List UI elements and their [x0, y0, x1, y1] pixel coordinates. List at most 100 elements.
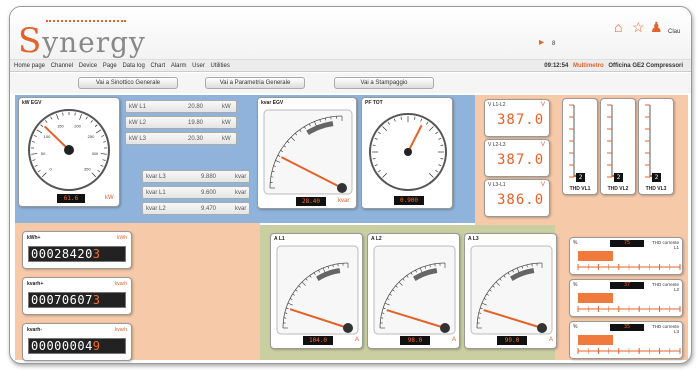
thd-voltage-card: 2 THD VL1 — [562, 98, 598, 195]
thd-current-bar-chart — [577, 335, 681, 354]
current-unit: A — [549, 337, 554, 343]
menu-item-alarm[interactable]: Alarm — [171, 60, 187, 72]
menu-item-datalog[interactable]: Data log — [122, 60, 144, 72]
notification-count: 8 — [552, 41, 556, 47]
pf-gauge — [369, 113, 447, 191]
kvar-row: kvar L1 9.600 kvar — [142, 186, 250, 199]
menu-item-device[interactable]: Device — [79, 60, 97, 72]
current-gauge-dial — [470, 245, 553, 335]
energy-counter-digits: 00000004 — [31, 339, 93, 353]
thd-voltage-card: 2 THD VL2 — [600, 98, 636, 195]
voltage-value: 387.0 — [497, 152, 545, 168]
thd-current-unit: % — [573, 282, 578, 288]
thd-current-value: 75 — [610, 240, 644, 247]
menu-item-chart[interactable]: Chart — [150, 60, 165, 72]
nav-button-sinottico[interactable]: Vai a Sinottico Generale — [78, 77, 178, 89]
thd-current-unit: % — [573, 324, 578, 330]
menu-item-user[interactable]: User — [192, 60, 205, 72]
notification-icon[interactable]: ▸ — [539, 37, 544, 48]
kvar-gauge-hub — [337, 183, 347, 193]
favorite-star-icon[interactable]: ☆ — [632, 19, 645, 36]
menu-item-channel[interactable]: Channel — [51, 60, 73, 72]
energy-counter-digits: 00070607 — [31, 293, 93, 307]
kvar-unit: kvar — [235, 174, 247, 180]
kw-label: kW L1 — [129, 104, 147, 110]
kw-label: kW L2 — [129, 120, 147, 126]
kw-unit: kW — [222, 136, 231, 142]
thd-current-bar-chart — [577, 293, 681, 312]
kw-gauge-tick-label: 350 — [84, 166, 91, 171]
energy-counter-display: 000000049 — [28, 338, 126, 354]
kw-row: kW L1 20.80 kW — [125, 100, 237, 113]
kw-unit: kW — [222, 104, 231, 110]
thd-current-bar — [578, 251, 613, 261]
energy-counter-last-digit: 3 — [92, 247, 101, 261]
thd-voltage-label: THD VL2 — [607, 186, 629, 192]
kw-label: kW L3 — [129, 136, 147, 142]
kvar-row: kvar L3 9.880 kvar — [142, 170, 250, 183]
current-gauge — [373, 245, 456, 335]
energy-counter-display: 000284203 — [28, 246, 126, 262]
thd-current-bar-chart — [577, 251, 681, 270]
voltage-card: V L3-L1 V 386.0 — [484, 179, 550, 217]
energy-counter-label: kvarh+ — [27, 281, 44, 287]
current-readout: 99.0 — [497, 336, 527, 345]
thd-current-card: % 75 THD corrente L1 — [569, 237, 683, 275]
kw-value: 20.30 — [188, 136, 204, 142]
kw-unit: kW — [222, 120, 231, 126]
kw-gauge-tick-label: 250 — [88, 134, 95, 139]
thd-voltage-value: 2 — [652, 173, 661, 182]
thd-voltage-card: 2 THD VL3 — [638, 98, 674, 195]
energy-counter-card: kWh+ kWh 000284203 — [22, 231, 132, 269]
kvar-label: kvar L2 — [146, 206, 166, 212]
energy-counter-display: 000706073 — [28, 292, 126, 308]
kw-gauge-tick-label: 100 — [44, 134, 51, 139]
current-readout: 98.0 — [400, 336, 430, 345]
menu-item-page[interactable]: Page — [103, 60, 117, 72]
kvar-value: 9.600 — [201, 190, 217, 196]
kvar-unit: kvar — [235, 206, 247, 212]
user-icon[interactable]: ♟ — [650, 19, 663, 36]
kvar-row: kvar L2 9.470 kvar — [142, 202, 250, 215]
kw-value: 19.80 — [188, 120, 204, 126]
kvar-unit: kvar — [338, 198, 350, 204]
thd-current-value: 37 — [610, 282, 644, 289]
menu-item-home[interactable]: Home page — [14, 60, 45, 72]
thd-voltage-label: THD VL3 — [645, 186, 667, 192]
thd-current-bar — [578, 335, 613, 345]
kvar-label: kvar L1 — [146, 190, 166, 196]
energy-counter-label: kvarh- — [27, 327, 43, 333]
current-readout: 104.0 — [303, 336, 333, 345]
kw-gauge-tick-label: 50 — [41, 151, 46, 156]
current-gauge — [276, 245, 359, 335]
energy-counter-unit: kvarh — [114, 327, 127, 333]
kvar-gauge-card: kvar EGV 28.40 kvar — [257, 97, 357, 209]
thd-current-card: % 35 THD corrente L3 — [569, 321, 683, 359]
kvar-readout: 28.40 — [296, 197, 326, 206]
nav-button-stampaggio[interactable]: Vai a Stampaggio — [334, 77, 434, 89]
app-window: Synergy ▸ 8 ⌂ ☆ ♟ Clau Home page Channel… — [9, 6, 692, 364]
thd-voltage-scale — [645, 104, 652, 178]
kw-gauge-tick — [62, 112, 64, 116]
thd-current-value: 35 — [610, 324, 644, 331]
nav-button-parametria[interactable]: Vai a Parametria Generale — [205, 77, 305, 89]
voltage-value: 386.0 — [497, 192, 545, 208]
kw-gauge-tick — [74, 112, 76, 116]
energy-counter-label: kWh+ — [27, 235, 41, 241]
user-label[interactable]: Clau — [668, 29, 680, 35]
thd-voltage-scale — [569, 104, 576, 178]
kw-gauge: 050100150 200250300350 — [28, 109, 110, 191]
current-gauge-hub — [343, 323, 353, 333]
kw-gauge-card: kW EGV 0 50 100 150 200 250 300 350 61.6 kW — [18, 97, 120, 207]
thd-voltage-value: 2 — [576, 173, 585, 182]
menu-item-utilities[interactable]: Utilities — [211, 60, 230, 72]
current-gauge-card: A L3 99.0 A — [464, 233, 557, 349]
kvar-label: kvar L3 — [146, 174, 166, 180]
clock: 09:12:54 — [544, 63, 569, 69]
home-icon[interactable]: ⌂ — [614, 19, 622, 35]
status-info: 09:12:54 Multimetro Officina GE2 Compres… — [544, 60, 683, 72]
navigation-bar: Vai a Sinottico Generale Vai a Parametri… — [10, 73, 691, 93]
voltage-card: V L2-L3 V 387.0 — [484, 139, 550, 177]
current-gauge-card: A L2 98.0 A — [367, 233, 460, 349]
voltage-value: 387.0 — [497, 112, 545, 128]
